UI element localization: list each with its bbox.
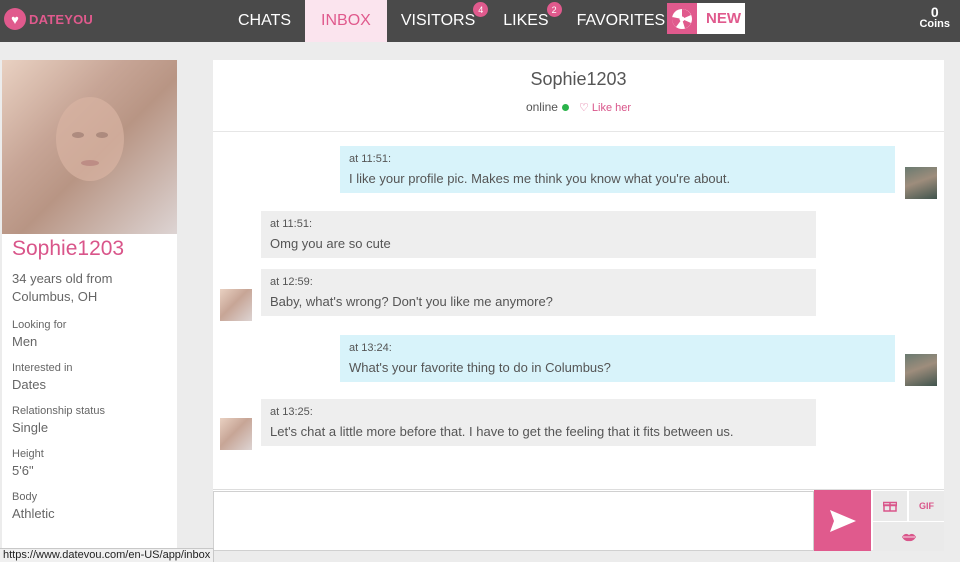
nav-visitors[interactable]: VISITORS 4: [387, 0, 489, 42]
nav-likes[interactable]: LIKES 2: [489, 0, 562, 42]
partner-avatar[interactable]: [220, 289, 252, 321]
lips-icon: [901, 533, 916, 541]
profile-sidebar: Sophie1203 34 years old from Columbus, O…: [2, 60, 177, 560]
attr-label: Body: [12, 491, 38, 503]
message-incoming: at 12:59: Baby, what's wrong? Don't you …: [261, 269, 816, 316]
attr-label: Interested in: [12, 362, 73, 374]
new-feature-button[interactable]: NEW: [667, 3, 745, 34]
send-button[interactable]: [814, 490, 871, 551]
nav-chats[interactable]: CHATS: [224, 0, 305, 42]
nav-inbox[interactable]: INBOX: [305, 0, 387, 42]
likes-count-badge: 2: [546, 2, 562, 17]
top-navigation-bar: ♥ DATEYOU CHATS INBOX VISITORS 4 LIKES 2 F…: [0, 0, 960, 42]
heart-outline-icon: ♡: [578, 101, 589, 114]
wheel-icon: [667, 3, 697, 34]
nav-favorites[interactable]: FAVORITES: [563, 0, 680, 42]
attr-body: Body Athletic: [2, 491, 177, 521]
online-status: online: [526, 100, 569, 114]
message-text: Omg you are so cute: [270, 236, 391, 251]
attr-label: Looking for: [12, 319, 67, 331]
message-incoming: at 13:25: Let's chat a little more befor…: [261, 399, 816, 446]
attr-height: Height 5'6": [2, 448, 177, 478]
attr-value: Single: [12, 420, 49, 435]
attr-interested-in: Interested in Dates: [2, 362, 177, 392]
nav-favorites-label: FAVORITES: [576, 12, 666, 29]
nav-chats-label: CHATS: [238, 12, 292, 29]
chat-panel: Sophie1203 online ♡ Like her at 11:51: I…: [213, 60, 944, 551]
profile-age-location: 34 years old from Columbus, OH: [2, 261, 177, 306]
attr-relationship-status: Relationship status Single: [2, 405, 177, 435]
message-list[interactable]: at 11:51: I like your profile pic. Makes…: [213, 133, 944, 488]
main-nav: CHATS INBOX VISITORS 4 LIKES 2 FAVORITES: [224, 0, 679, 42]
message-input[interactable]: [213, 491, 814, 551]
kiss-button[interactable]: [873, 522, 944, 551]
message-time: at 11:51:: [349, 153, 391, 165]
gift-button[interactable]: [873, 491, 907, 521]
like-her-link[interactable]: ♡ Like her: [579, 101, 631, 114]
profile-photo[interactable]: [2, 60, 177, 234]
profile-photo-placeholder-icon: [55, 97, 124, 181]
profile-age: 34 years old from: [12, 271, 113, 286]
my-avatar[interactable]: [905, 354, 937, 386]
message-incoming: at 11:51: Omg you are so cute: [261, 211, 816, 258]
nav-inbox-label: INBOX: [321, 12, 371, 29]
partner-avatar[interactable]: [220, 418, 252, 450]
message-time: at 11:51:: [270, 218, 312, 230]
browser-status-url: https://www.datevou.com/en-US/app/inbox: [0, 548, 215, 562]
message-outgoing: at 11:51: I like your profile pic. Makes…: [340, 146, 895, 193]
new-label: NEW: [706, 10, 741, 27]
message-time: at 12:59:: [270, 276, 313, 288]
attr-looking-for: Looking for Men: [2, 319, 177, 349]
attr-value: Dates: [12, 377, 46, 392]
coins-balance[interactable]: 0 Coins: [919, 5, 950, 30]
online-dot-icon: [561, 104, 569, 111]
message-text: Let's chat a little more before that. I …: [270, 424, 734, 439]
message-outgoing: at 13:24: What's your favorite thing to …: [340, 335, 895, 382]
like-her-label: Like her: [591, 101, 632, 114]
gift-icon: [883, 501, 897, 512]
nav-visitors-label: VISITORS: [400, 12, 476, 29]
profile-location: Columbus, OH: [12, 289, 98, 304]
coins-label: Coins: [919, 18, 950, 30]
gif-label: GIF: [919, 501, 934, 511]
app-name: DATEYOU: [29, 11, 93, 27]
attr-value: 5'6": [12, 463, 34, 478]
coins-count: 0: [930, 4, 939, 20]
send-icon: [829, 509, 856, 532]
message-text: Baby, what's wrong? Don't you like me an…: [270, 294, 553, 309]
chat-partner-name: Sophie1203: [530, 69, 627, 89]
online-status-label: online: [525, 100, 558, 114]
message-text: What's your favorite thing to do in Colu…: [349, 360, 611, 375]
app-logo[interactable]: ♥ DATEYOU: [4, 8, 93, 30]
visitors-count-badge: 4: [473, 2, 489, 17]
profile-username: Sophie1203: [12, 237, 125, 260]
gif-button[interactable]: GIF: [909, 491, 944, 521]
message-time: at 13:24:: [349, 342, 392, 354]
attr-label: Height: [12, 448, 44, 460]
chat-header: Sophie1203 online ♡ Like her: [213, 60, 944, 132]
attr-label: Relationship status: [12, 405, 105, 417]
heart-logo-icon: ♥: [4, 8, 26, 30]
message-composer: GIF: [213, 489, 944, 551]
attr-value: Athletic: [12, 506, 55, 521]
message-text: I like your profile pic. Makes me think …: [349, 171, 731, 186]
chat-status-row: online ♡ Like her: [213, 100, 944, 114]
message-time: at 13:25:: [270, 406, 313, 418]
attr-value: Men: [12, 334, 38, 349]
nav-likes-label: LIKES: [503, 12, 549, 29]
my-avatar[interactable]: [905, 167, 937, 199]
